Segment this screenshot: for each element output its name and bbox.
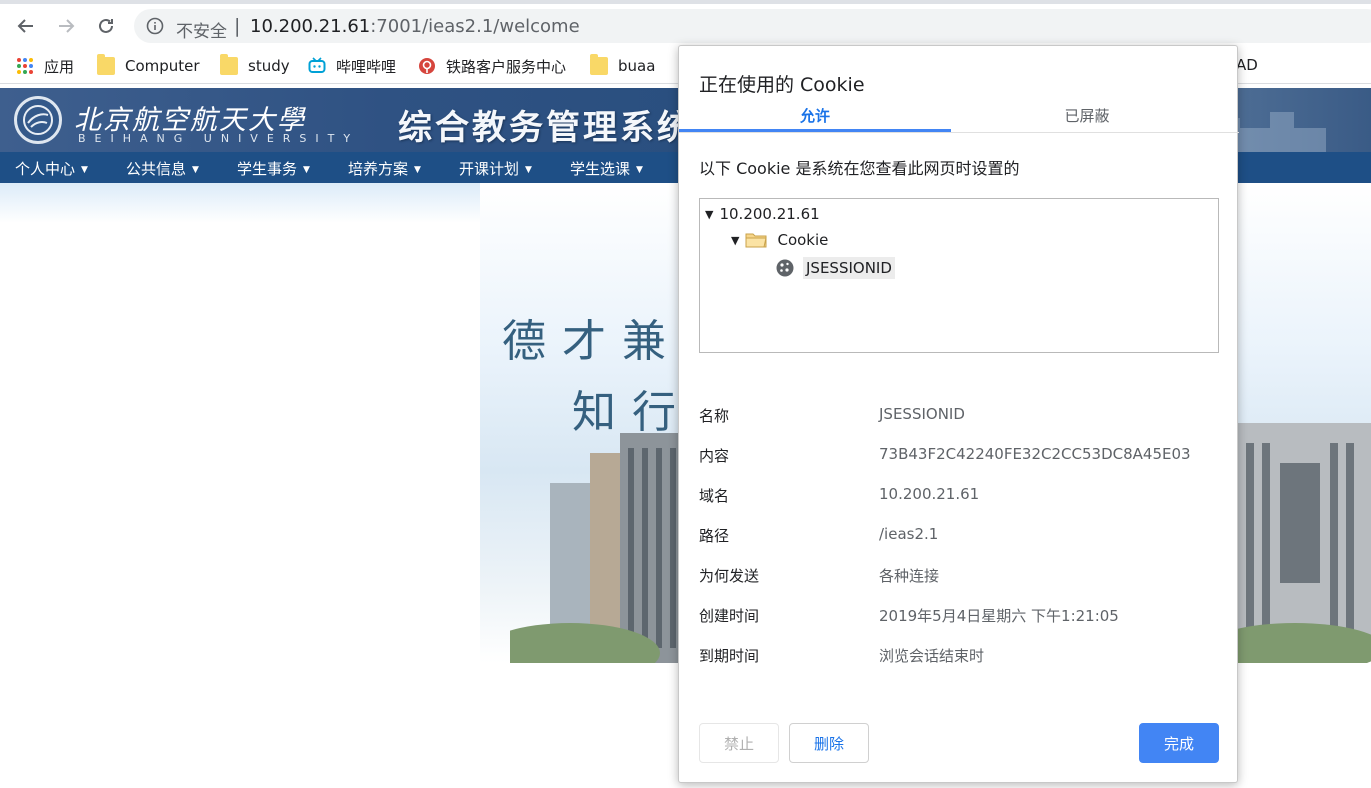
apps-grid-icon (17, 58, 33, 74)
reload-button[interactable] (92, 12, 120, 40)
folder-icon (745, 233, 768, 248)
detail-label-name: 名称 (699, 407, 730, 425)
bookmark-truncated[interactable]: AD (1236, 56, 1258, 74)
detail-label-content: 内容 (699, 447, 730, 465)
nav-training-plan[interactable]: 培养方案 ▼ (348, 158, 421, 179)
detail-value-path: /ieas2.1 (879, 525, 939, 543)
bookmark-bilibili[interactable]: 哔哩哔哩 (308, 56, 396, 76)
remove-button[interactable]: 删除 (789, 723, 869, 763)
bookmark-label: study (248, 57, 290, 75)
railway-icon (419, 58, 435, 74)
caret-down-icon: ▼ (414, 165, 421, 175)
caret-down-icon: ▼ (81, 165, 88, 175)
bookmark-railway[interactable]: 铁路客户服务中心 (418, 56, 566, 76)
dialog-title: 正在使用的 Cookie (699, 74, 865, 96)
bilibili-icon (308, 57, 326, 73)
detail-label-domain: 域名 (699, 487, 730, 505)
address-bar[interactable]: 不安全 | 10.200.21.61:7001/ieas2.1/welcome (134, 9, 1371, 43)
info-icon[interactable] (146, 17, 164, 35)
nav-label: 个人中心 (15, 160, 76, 178)
tab-allowed[interactable]: 允许 (679, 105, 951, 126)
nav-public-info[interactable]: 公共信息 ▼ (126, 158, 199, 179)
url-text[interactable]: 10.200.21.61:7001/ieas2.1/welcome (250, 16, 580, 37)
nav-course-plan[interactable]: 开课计划 ▼ (459, 158, 532, 179)
url-host: 10.200.21.61 (250, 16, 371, 37)
campus-building-right-image (1220, 423, 1371, 663)
tab-blocked[interactable]: 已屏蔽 (951, 105, 1223, 126)
bookmark-apps[interactable]: 应用 (16, 56, 74, 76)
expand-triangle-icon[interactable]: ▼ (705, 208, 713, 221)
bookmark-buaa[interactable]: buaa (590, 54, 656, 76)
tree-folder-label: Cookie (777, 231, 829, 249)
nav-label: 公共信息 (126, 160, 187, 178)
detail-label-expires: 到期时间 (699, 647, 760, 665)
motto-line-1: 德才兼 (502, 316, 682, 367)
security-label[interactable]: 不安全 (176, 17, 227, 42)
forward-arrow-icon (59, 19, 75, 33)
nav-course-selection[interactable]: 学生选课 ▼ (570, 158, 643, 179)
nav-label: 学生选课 (570, 160, 631, 178)
detail-value-name: JSESSIONID (879, 405, 965, 423)
cookies-in-use-dialog: 正在使用的 Cookie 允许 已屏蔽 以下 Cookie 是系统在您查看此网页… (678, 45, 1239, 783)
forward-button[interactable] (52, 12, 80, 40)
emblem-icon (23, 105, 53, 135)
tree-domain-label: 10.200.21.61 (719, 205, 820, 223)
detail-value-content: 73B43F2C42240FE32C2CC53DC8A45E03 (879, 445, 1191, 463)
university-logo (14, 96, 62, 144)
tree-cookie-label: JSESSIONID (803, 257, 895, 279)
bookmark-study[interactable]: study (220, 54, 290, 76)
bookmark-label: 哔哩哔哩 (336, 57, 397, 76)
nav-label: 开课计划 (459, 160, 520, 178)
detail-value-expires: 浏览会话结束时 (879, 647, 985, 665)
detail-value-send-for: 各种连接 (879, 567, 940, 585)
folder-icon (590, 54, 608, 75)
tree-node-cookie-item[interactable]: JSESSIONID (775, 257, 895, 279)
dialog-description: 以下 Cookie 是系统在您查看此网页时设置的 (699, 159, 1020, 178)
detail-label-created: 创建时间 (699, 607, 760, 625)
bookmark-label: 应用 (44, 57, 75, 76)
university-english-name: BEIHANG UNIVERSITY (78, 132, 360, 145)
detail-value-domain: 10.200.21.61 (879, 485, 980, 503)
detail-value-created: 2019年5月4日星期六 下午1:21:05 (879, 607, 1119, 625)
nav-label: 培养方案 (348, 160, 409, 178)
caret-down-icon: ▼ (636, 165, 643, 175)
cookie-tree: ▼ 10.200.21.61 ▼ Cookie JSESSIONID (699, 198, 1219, 353)
security-separator: | (234, 15, 241, 37)
bookmark-label: buaa (618, 57, 656, 75)
caret-down-icon: ▼ (303, 165, 310, 175)
tab-divider (679, 132, 1239, 133)
bookmark-label: 铁路客户服务中心 (446, 57, 567, 76)
folder-icon (97, 54, 115, 75)
bookmark-label: Computer (125, 57, 200, 75)
cookie-icon (776, 259, 794, 277)
detail-label-send-for: 为何发送 (699, 567, 760, 585)
nav-student-affairs[interactable]: 学生事务 ▼ (237, 158, 310, 179)
folder-icon (220, 54, 238, 75)
back-arrow-icon (17, 19, 33, 33)
tree-node-cookie-folder[interactable]: ▼ Cookie (731, 231, 828, 249)
done-button[interactable]: 完成 (1139, 723, 1219, 763)
browser-toolbar: 不安全 | 10.200.21.61:7001/ieas2.1/welcome (0, 0, 1371, 48)
url-path: :7001/ieas2.1/welcome (370, 16, 580, 37)
back-button[interactable] (12, 12, 40, 40)
detail-label-path: 路径 (699, 527, 730, 545)
bookmark-computer[interactable]: Computer (97, 54, 200, 76)
banner-left-fade (0, 183, 480, 223)
block-button[interactable]: 禁止 (699, 723, 779, 763)
expand-triangle-icon[interactable]: ▼ (731, 234, 739, 247)
caret-down-icon: ▼ (192, 165, 199, 175)
nav-label: 学生事务 (237, 160, 298, 178)
tree-node-domain[interactable]: ▼ 10.200.21.61 (705, 205, 820, 223)
nav-personal-center[interactable]: 个人中心 ▼ (15, 158, 88, 179)
system-title: 综合教务管理系统 (398, 108, 694, 148)
caret-down-icon: ▼ (525, 165, 532, 175)
reload-icon (99, 18, 113, 33)
